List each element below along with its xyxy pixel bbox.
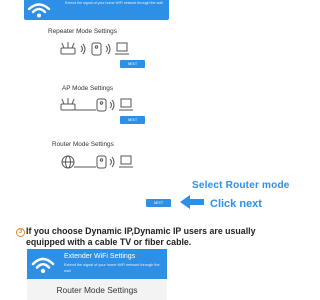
laptop-icon xyxy=(115,42,129,55)
wifi-signal-icon xyxy=(105,43,111,55)
select-router-mode-callout: Select Router mode xyxy=(192,180,290,191)
wifi-logo-icon xyxy=(27,3,51,18)
router-mode-title: Router Mode Settings xyxy=(52,141,114,148)
note-line-2: equipped with a cable TV or fiber cable. xyxy=(26,237,192,247)
router-mode-section-title: Router Mode Settings xyxy=(56,285,138,295)
laptop-icon xyxy=(119,98,133,111)
banner-subtitle: Extend the signal of your home WiFi netw… xyxy=(65,1,163,5)
router-mode-diagram xyxy=(60,154,135,170)
extender-banner: Extender WiFi Settings Extend the signal… xyxy=(27,249,167,279)
extender-icon xyxy=(96,98,107,112)
note-line-1: If you choose Dynamic IP,Dynamic IP user… xyxy=(26,226,256,236)
repeater-next-button[interactable]: NEXT xyxy=(120,60,145,68)
laptop-icon xyxy=(119,155,133,168)
extender-settings-card: Extender WiFi Settings Extend the signal… xyxy=(27,249,167,300)
mode-settings-panel: Extend the signal of your home WiFi netw… xyxy=(0,0,180,214)
extender-banner-top: Extend the signal of your home WiFi netw… xyxy=(24,0,169,20)
step-number-badge: 3 xyxy=(16,228,25,237)
repeater-mode-title: Repeater Mode Settings xyxy=(48,28,117,35)
wifi-logo-icon xyxy=(31,257,55,274)
extender-title: Extender WiFi Settings xyxy=(64,253,136,260)
wifi-signal-icon xyxy=(109,99,115,111)
ap-mode-diagram xyxy=(60,97,135,113)
router-next-button[interactable]: NEXT xyxy=(146,199,171,207)
globe-icon xyxy=(61,155,75,169)
wifi-signal-icon xyxy=(109,156,115,168)
repeater-mode-diagram xyxy=(60,41,130,57)
extender-icon xyxy=(96,155,107,169)
dynamic-ip-note: 3 If you choose Dynamic IP,Dynamic IP use… xyxy=(16,226,278,247)
ap-next-button[interactable]: NEXT xyxy=(120,116,145,124)
wifi-signal-icon xyxy=(80,43,86,55)
extender-subtitle: Extend the signal of your home WiFi netw… xyxy=(64,263,160,273)
router-icon xyxy=(60,98,76,111)
router-icon xyxy=(60,42,76,55)
ap-mode-title: AP Mode Settings xyxy=(62,85,114,92)
extender-icon xyxy=(91,42,102,56)
click-next-callout: Click next xyxy=(210,198,262,210)
arrow-left-icon xyxy=(180,195,204,209)
